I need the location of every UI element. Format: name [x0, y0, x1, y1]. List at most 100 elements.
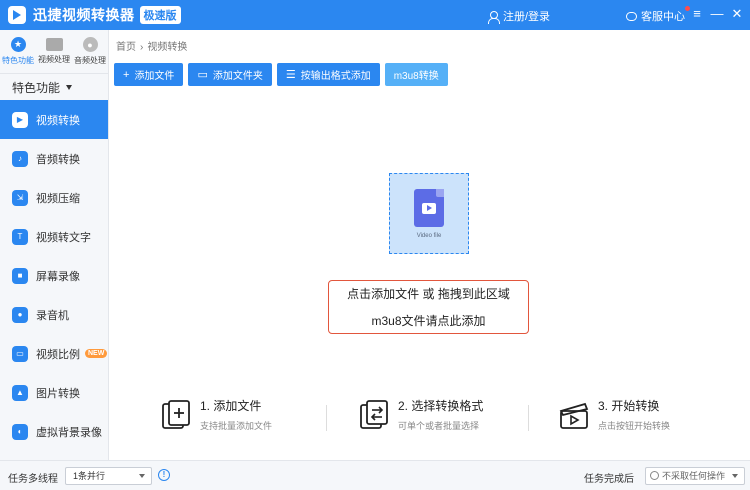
special-dropdown[interactable]: 特色功能	[0, 74, 108, 100]
add-file-icon	[162, 399, 190, 429]
step-divider	[528, 405, 529, 431]
list-icon: ☰	[285, 69, 296, 81]
disc-icon: ●	[82, 37, 98, 52]
app-title: 迅捷视频转换器	[33, 7, 135, 23]
sidebar-item-virtual-bg[interactable]: ◐ 虚拟背景录像	[0, 412, 108, 451]
menu-icon[interactable]: ≡	[690, 7, 704, 21]
step-subtitle: 点击按钮开始转换	[598, 421, 671, 431]
breadcrumb-separator-icon: ›	[140, 42, 144, 53]
login-link[interactable]: 注册/登录	[488, 8, 550, 24]
drop-zone-caption: Video file	[416, 232, 442, 239]
compress-icon: ⇲	[12, 189, 28, 206]
tab-special[interactable]: ★ 特色功能	[0, 30, 36, 73]
step-subtitle: 可单个或者批量选择	[398, 421, 480, 431]
main-panel: 首页 › 视频转换 + 添加文件 ▭ 添加文件夹 ☰ 按输出格式添加 m3u8转换 …	[110, 30, 750, 460]
star-icon: ★	[10, 37, 26, 52]
virtual-bg-icon: ◐	[12, 423, 28, 440]
tab-video[interactable]: 视频处理	[36, 30, 72, 73]
step-select-format: 2. 选择转换格式 可单个或者批量选择	[358, 397, 483, 432]
steps-guide: 1. 添加文件 支持批量添加文件 2. 选择转换格式 可单个或者批量选择 3. …	[110, 397, 750, 437]
title-bar: 迅捷视频转换器 极速版 注册/登录 客服中心 ≡ — ✕	[0, 0, 750, 30]
add-folder-button[interactable]: ▭ 添加文件夹	[188, 63, 272, 86]
play-icon	[422, 202, 436, 214]
clapperboard-icon	[559, 402, 589, 429]
after-done-select[interactable]: 不采取任何操作	[645, 467, 745, 485]
sidebar-item-recorder[interactable]: ● 录音机	[0, 295, 108, 334]
screen-record-icon: ■	[12, 267, 28, 284]
app-logo-icon	[8, 6, 26, 24]
sidebar-item-label: 视频压缩	[36, 192, 80, 205]
file-drop-zone[interactable]: Video file	[389, 173, 469, 254]
no-action-icon	[650, 471, 659, 480]
sidebar-item-screen-record[interactable]: ■ 屏幕录像	[0, 256, 108, 295]
breadcrumb-home[interactable]: 首页	[116, 42, 136, 53]
sidebar-item-label: 录音机	[36, 309, 69, 322]
info-icon[interactable]: !	[158, 469, 170, 481]
sidebar-item-label: 屏幕录像	[36, 270, 80, 283]
chevron-down-icon	[732, 474, 738, 478]
sidebar-item-label: 视频比例	[36, 348, 80, 361]
step-title: 2. 选择转换格式	[398, 399, 484, 413]
thread-select-value: 1条并行	[73, 471, 106, 481]
customer-service-link[interactable]: 客服中心	[626, 6, 690, 24]
sidebar-item-label: 虚拟背景录像	[36, 426, 102, 439]
sidebar-item-label: 图片转换	[36, 387, 80, 400]
ratio-icon: ▭	[12, 345, 28, 362]
add-by-format-button[interactable]: ☰ 按输出格式添加	[276, 63, 380, 86]
caret-down-icon	[66, 84, 73, 90]
close-icon[interactable]: ✕	[730, 7, 744, 21]
hint-line-2[interactable]: m3u8文件请点此添加	[371, 312, 485, 329]
new-badge: NEW	[85, 349, 108, 358]
status-bar: 任务多线程 1条并行 ! 任务完成后 不采取任何操作	[0, 460, 750, 490]
category-tabs: ★ 特色功能 视频处理 ● 音频处理	[0, 30, 108, 74]
sidebar-item-image-convert[interactable]: ▲ 图片转换	[0, 373, 108, 412]
toolbar: + 添加文件 ▭ 添加文件夹 ☰ 按输出格式添加 m3u8转换	[114, 63, 448, 86]
sidebar: ★ 特色功能 视频处理 ● 音频处理 特色功能 ▶ 视频转换 ♪ 音频转换 ⇲ …	[0, 30, 109, 460]
step-add-file: 1. 添加文件 支持批量添加文件	[160, 397, 272, 432]
m3u8-label: m3u8转换	[393, 71, 439, 82]
tab-label: 特色功能	[2, 56, 34, 65]
film-icon	[45, 38, 63, 51]
sidebar-item-video-to-text[interactable]: T 视频转文字	[0, 217, 108, 256]
recorder-icon: ●	[12, 306, 28, 323]
add-folder-label: 添加文件夹	[212, 71, 263, 82]
tab-label: 视频处理	[38, 55, 70, 64]
user-icon	[488, 10, 500, 24]
sidebar-item-label: 音频转换	[36, 153, 80, 166]
chat-icon	[626, 11, 637, 21]
after-done-select-value: 不采取任何操作	[662, 471, 726, 481]
tab-label: 音频处理	[74, 56, 106, 65]
add-file-button[interactable]: + 添加文件	[114, 63, 184, 86]
breadcrumb-current: 视频转换	[147, 42, 188, 53]
special-label: 特色功能	[12, 80, 61, 95]
service-label: 客服中心	[641, 11, 685, 23]
add-by-format-label: 按输出格式添加	[300, 71, 371, 82]
text-icon: T	[12, 228, 28, 245]
login-label: 注册/登录	[503, 11, 551, 23]
add-hint-box[interactable]: 点击添加文件 或 拖拽到此区域 m3u8文件请点此添加	[328, 280, 529, 334]
step-title: 3. 开始转换	[598, 399, 660, 413]
video-file-icon	[414, 188, 444, 227]
tab-audio[interactable]: ● 音频处理	[72, 30, 108, 73]
thread-label: 任务多线程	[8, 474, 58, 485]
minimize-icon[interactable]: —	[710, 7, 724, 21]
sidebar-item-label: 视频转文字	[36, 231, 91, 244]
breadcrumb: 首页 › 视频转换	[116, 38, 187, 53]
step-start-convert: 3. 开始转换 点击按钮开始转换	[558, 397, 670, 432]
sidebar-item-video-convert[interactable]: ▶ 视频转换	[0, 100, 108, 139]
thread-select[interactable]: 1条并行	[65, 467, 152, 485]
folder-icon: ▭	[197, 69, 208, 81]
sidebar-item-video-compress[interactable]: ⇲ 视频压缩	[0, 178, 108, 217]
edition-badge: 极速版	[139, 6, 181, 24]
after-done-label: 任务完成后	[584, 474, 634, 485]
step-divider	[326, 405, 327, 431]
add-file-label: 添加文件	[134, 71, 175, 82]
m3u8-convert-button[interactable]: m3u8转换	[384, 63, 448, 86]
video-convert-icon: ▶	[12, 111, 28, 128]
format-select-icon	[360, 399, 388, 429]
sidebar-item-video-ratio[interactable]: ▭ 视频比例 NEW	[0, 334, 108, 373]
sidebar-item-label: 视频转换	[36, 114, 80, 127]
sidebar-item-audio-convert[interactable]: ♪ 音频转换	[0, 139, 108, 178]
step-subtitle: 支持批量添加文件	[200, 421, 273, 431]
chevron-down-icon	[139, 474, 145, 478]
